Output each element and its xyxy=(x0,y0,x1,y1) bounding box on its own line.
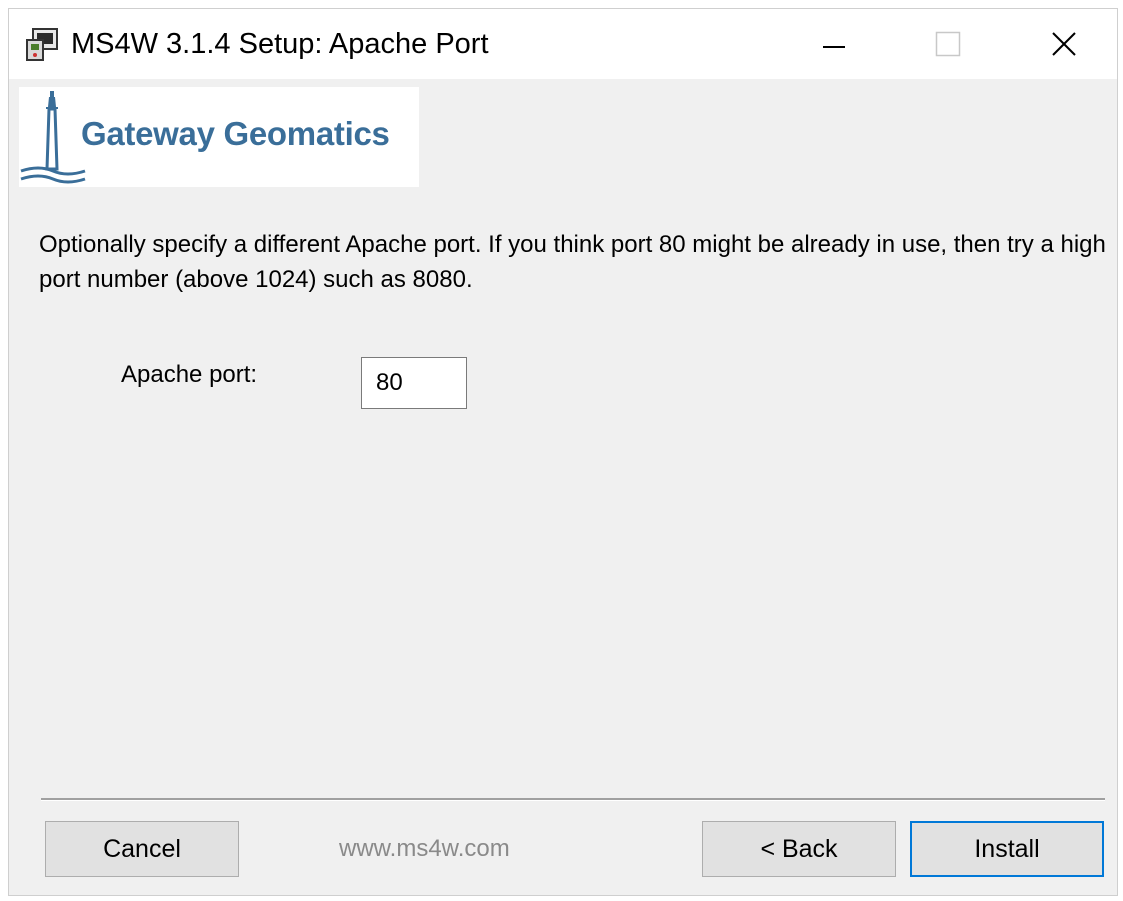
back-button[interactable]: < Back xyxy=(702,821,896,877)
company-logo: Gateway Geomatics xyxy=(19,87,419,187)
maximize-icon xyxy=(935,31,961,57)
maximize-button xyxy=(893,9,1003,79)
lighthouse-icon xyxy=(19,87,89,187)
description-text: Optionally specify a different Apache po… xyxy=(39,231,1106,293)
minimize-button[interactable] xyxy=(779,9,889,79)
port-input[interactable] xyxy=(361,357,467,409)
install-button[interactable]: Install xyxy=(910,821,1104,877)
setup-window: MS4W 3.1.4 Setup: Apache Port Gateway Ge… xyxy=(8,8,1118,896)
window-title: MS4W 3.1.4 Setup: Apache Port xyxy=(71,28,489,60)
website-label: www.ms4w.com xyxy=(339,835,510,862)
title-bar[interactable]: MS4W 3.1.4 Setup: Apache Port xyxy=(9,9,1117,79)
close-icon xyxy=(1052,32,1076,56)
cancel-button[interactable]: Cancel xyxy=(45,821,239,877)
installer-icon xyxy=(25,26,61,62)
close-button[interactable] xyxy=(1009,9,1119,79)
minimize-icon xyxy=(823,46,845,48)
separator xyxy=(41,798,1105,801)
logo-text: Gateway Geomatics xyxy=(81,115,390,152)
port-label: Apache port: xyxy=(121,361,258,388)
